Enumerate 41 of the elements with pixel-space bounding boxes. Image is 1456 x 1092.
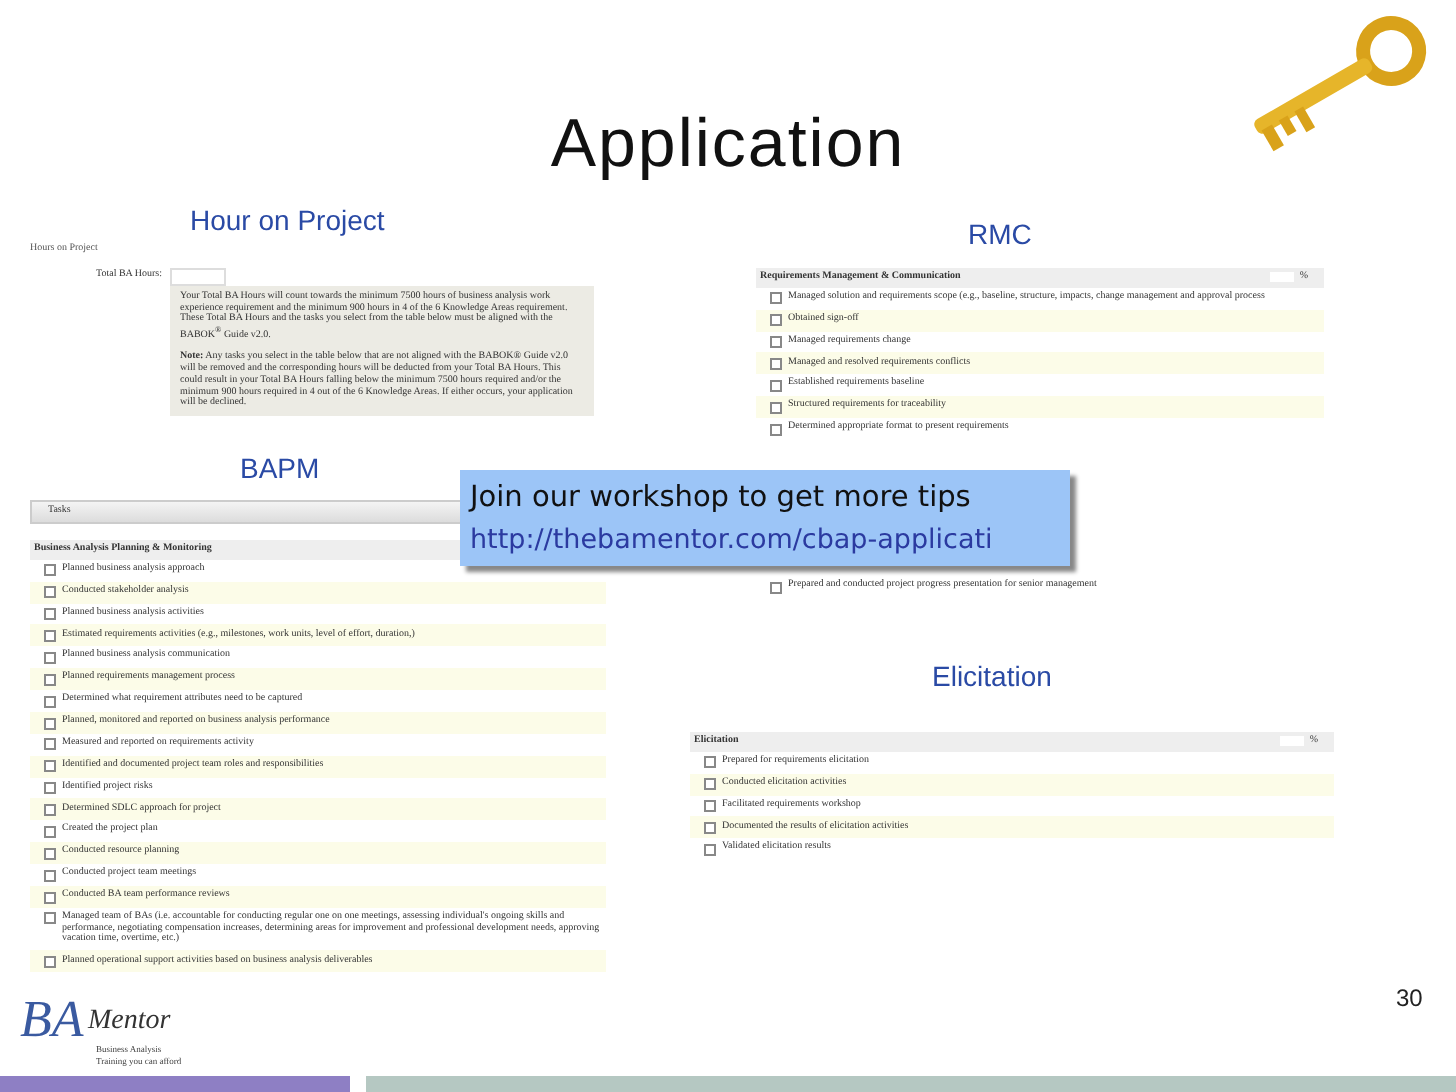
checkbox[interactable]	[704, 822, 716, 835]
checkbox[interactable]	[44, 673, 56, 686]
checkbox[interactable]	[770, 336, 782, 349]
checkbox[interactable]	[44, 738, 56, 751]
checkbox[interactable]	[44, 891, 56, 904]
checkbox[interactable]	[770, 379, 782, 392]
checkbox[interactable]	[44, 586, 56, 599]
checkbox[interactable]	[44, 717, 56, 730]
checkbox[interactable]	[704, 778, 716, 791]
checkbox[interactable]	[704, 756, 716, 769]
checkbox[interactable]	[44, 782, 56, 795]
checkbox[interactable]	[44, 825, 56, 838]
section-label: Elicitation	[932, 660, 1052, 692]
logo-mark: BA	[20, 990, 84, 1050]
section-label: RMC	[968, 218, 1032, 250]
checkbox[interactable]	[44, 804, 56, 817]
checkbox[interactable]	[770, 314, 782, 327]
workshop-link[interactable]: http://thebamentor.com/cbap-applicati	[470, 520, 1060, 562]
checkbox[interactable]	[44, 695, 56, 708]
checkbox[interactable]	[44, 869, 56, 882]
checkbox[interactable]	[770, 401, 782, 414]
checkbox[interactable]	[770, 423, 782, 436]
checkbox[interactable]	[44, 760, 56, 773]
checkbox[interactable]	[704, 800, 716, 813]
checkbox[interactable]	[44, 847, 56, 860]
checkbox[interactable]	[44, 564, 56, 577]
checkbox[interactable]	[770, 292, 782, 305]
page-number: 30	[1396, 984, 1423, 1012]
section-label: BAPM	[240, 452, 320, 484]
checkbox[interactable]	[44, 651, 56, 664]
hours-input-field[interactable]	[169, 267, 226, 286]
checkbox[interactable]	[704, 843, 716, 856]
checkbox[interactable]	[44, 630, 56, 643]
checkbox[interactable]	[44, 608, 56, 621]
slide-title: Application	[548, 106, 908, 184]
logo-name: Mentor	[88, 1006, 171, 1038]
section-label: Hour on Project	[190, 204, 385, 236]
checkbox[interactable]	[770, 581, 782, 594]
checkbox[interactable]	[770, 358, 782, 371]
checkbox[interactable]	[44, 912, 56, 925]
checkbox[interactable]	[44, 956, 56, 969]
